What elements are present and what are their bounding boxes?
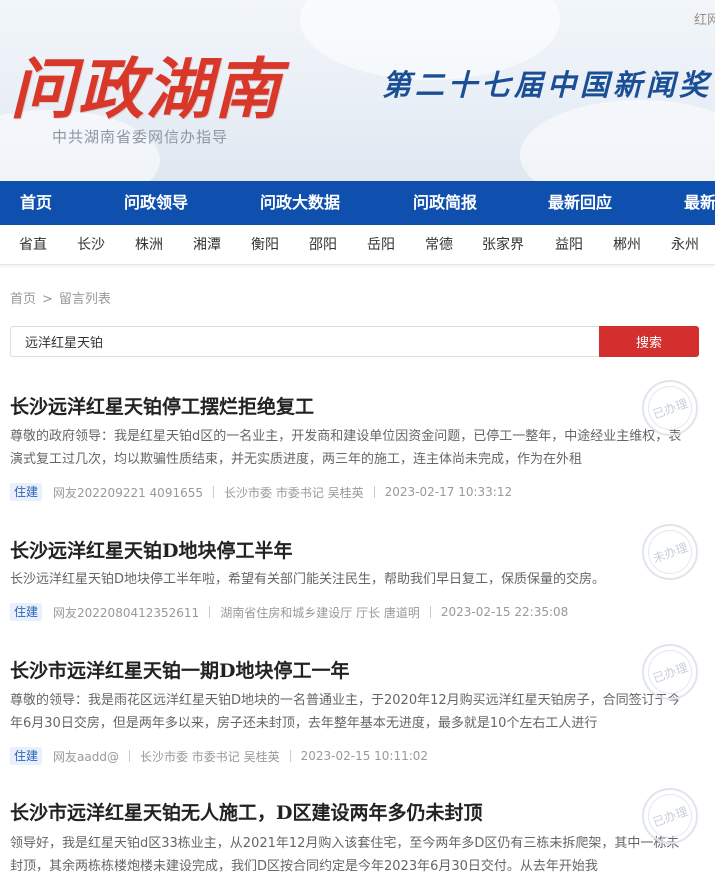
category-tag[interactable]: 住建 xyxy=(10,483,43,501)
nav-item-briefing[interactable]: 问政简报 xyxy=(413,181,477,225)
nav-item-responses[interactable]: 最新回应 xyxy=(548,181,612,225)
status-stamp-icon: 已办理 xyxy=(641,379,699,437)
header-banner: 问政湖南 中共湖南省委网信办指导 第二十七届中国新闻奖一 红网 xyxy=(0,0,715,181)
category-tag[interactable]: 住建 xyxy=(10,603,43,621)
status-stamp-icon: 已办理 xyxy=(641,787,699,845)
search-button[interactable]: 搜索 xyxy=(599,326,699,357)
message-department: 湖南省住房和城乡建设厅 厅长 唐道明 xyxy=(220,605,420,620)
nav-item-leaders[interactable]: 问政领导 xyxy=(124,181,188,225)
message-meta: 住建 网友2022080412352611 湖南省住房和城乡建设厅 厅长 唐道明… xyxy=(10,603,568,621)
status-stamp-label: 未办理 xyxy=(641,523,699,581)
status-stamp-label: 已办理 xyxy=(641,643,699,701)
region-item[interactable]: 岳阳 xyxy=(367,225,395,264)
message-department: 长沙市委 市委书记 吴桂英 xyxy=(224,485,364,500)
message-time: 2023-02-15 22:35:08 xyxy=(440,605,569,619)
region-item[interactable]: 衡阳 xyxy=(251,225,279,264)
message-title[interactable]: 长沙市远洋红星天铂一期D地块停工一年 xyxy=(10,656,349,683)
status-stamp-label: 已办理 xyxy=(641,787,699,845)
meta-divider xyxy=(213,486,214,498)
region-item[interactable]: 常德 xyxy=(425,225,453,264)
region-item[interactable]: 长沙 xyxy=(77,225,105,264)
nav-item-latest[interactable]: 最新 xyxy=(684,181,715,225)
message-department: 长沙市委 市委书记 吴桂英 xyxy=(139,749,280,764)
message-meta: 住建 网友aadd@ 长沙市委 市委书记 吴桂英 2023-02-15 10:1… xyxy=(10,747,428,765)
message-user: 网友aadd@ xyxy=(53,749,119,764)
search-input[interactable] xyxy=(10,326,600,357)
nav-item-home[interactable]: 首页 xyxy=(20,181,52,225)
status-stamp-icon: 已办理 xyxy=(641,643,699,701)
region-item[interactable]: 株洲 xyxy=(135,225,163,264)
region-item[interactable]: 湘潭 xyxy=(193,225,221,264)
category-tag[interactable]: 住建 xyxy=(10,747,43,765)
region-item[interactable]: 邵阳 xyxy=(309,225,337,264)
breadcrumb-home[interactable]: 首页 xyxy=(10,292,36,307)
breadcrumb: 首页 > 留言列表 xyxy=(10,288,111,307)
region-nav: 省直 长沙 株洲 湘潭 衡阳 邵阳 岳阳 常德 张家界 益阳 郴州 永州 xyxy=(0,225,715,265)
message-title[interactable]: 长沙远洋红星天铂D地块停工半年 xyxy=(10,536,292,563)
status-stamp-icon: 未办理 xyxy=(641,523,699,581)
message-title[interactable]: 长沙市远洋红星天铂无人施工，D区建设两年多仍未封顶 xyxy=(10,798,482,825)
breadcrumb-separator: > xyxy=(42,292,53,307)
message-summary: 尊敬的领导：我是雨花区远洋红星天铂D地块的一名普通业主，于2020年12月购买远… xyxy=(10,693,681,731)
meta-divider xyxy=(289,750,291,762)
meta-divider xyxy=(209,606,211,618)
message-summary: 长沙远洋红星天铂D地块停工半年啦，希望有关部门能关注民生，帮助我们早日复工，保质… xyxy=(10,572,606,587)
message-time: 2023-02-15 10:11:02 xyxy=(300,749,429,763)
region-item[interactable]: 张家界 xyxy=(482,225,524,264)
site-logo[interactable]: 问政湖南 xyxy=(10,36,282,132)
site-subtitle: 中共湖南省委网信办指导 xyxy=(52,128,229,146)
main-nav: 首页 问政领导 问政大数据 问政简报 最新回应 最新 xyxy=(0,181,715,225)
region-item[interactable]: 益阳 xyxy=(555,225,583,264)
nav-item-bigdata[interactable]: 问政大数据 xyxy=(260,181,340,225)
meta-divider xyxy=(373,486,375,498)
banner-decoration xyxy=(520,100,715,181)
top-link[interactable]: 红网 xyxy=(694,9,715,28)
meta-divider xyxy=(128,750,130,762)
region-item[interactable]: 永州 xyxy=(671,225,699,264)
banner-slogan: 第二十七届中国新闻奖一 xyxy=(382,68,715,102)
message-user: 网友2022080412352611 xyxy=(53,605,200,620)
message-user: 网友202209221 4091655 xyxy=(53,485,203,500)
message-summary: 领导好，我是红星天铂d区33栋业主，从2021年12月购入该套住宅，至今两年多D… xyxy=(10,836,680,874)
meta-divider xyxy=(429,606,431,618)
message-time: 2023-02-17 10:33:12 xyxy=(384,485,513,499)
breadcrumb-current: 留言列表 xyxy=(58,292,111,307)
message-meta: 住建 网友202209221 4091655 长沙市委 市委书记 吴桂英 202… xyxy=(10,483,512,501)
status-stamp-label: 已办理 xyxy=(641,379,699,437)
region-item[interactable]: 郴州 xyxy=(613,225,641,264)
message-title[interactable]: 长沙远洋红星天铂停工摆烂拒绝复工 xyxy=(10,392,314,419)
message-summary: 尊敬的政府领导：我是红星天铂d区的一名业主，开发商和建设单位因资金问题，已停工一… xyxy=(10,429,682,467)
region-item[interactable]: 省直 xyxy=(19,225,47,264)
